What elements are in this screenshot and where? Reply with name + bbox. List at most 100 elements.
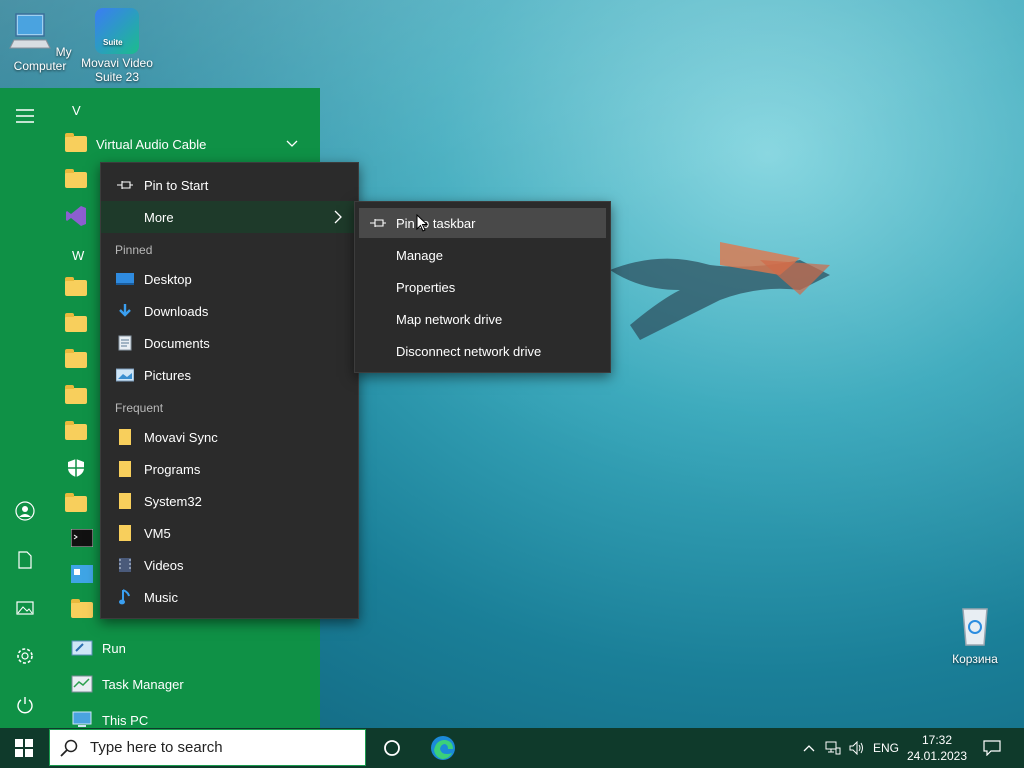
menu-item-label: Properties: [396, 279, 456, 295]
folder-icon: [64, 313, 88, 335]
edge-icon: [431, 736, 455, 760]
menu-item-properties[interactable]: Properties: [359, 272, 606, 302]
menu-item-label: System32: [144, 493, 202, 509]
taskbar: ENG 17:32 24.01.2023: [0, 728, 1024, 768]
folder-icon: [64, 169, 88, 191]
downloads-icon: [115, 302, 135, 320]
folder-icon: [115, 428, 135, 446]
menu-item-label: Music: [144, 589, 178, 605]
music-icon: [115, 588, 135, 606]
menu-item-label: More: [144, 209, 174, 225]
chevron-down-icon: [286, 140, 298, 147]
wallpaper-swimmer: [610, 242, 830, 340]
start-button[interactable]: [0, 728, 48, 768]
menu-item-label: Pin to Start: [144, 177, 209, 193]
desktop-icon: [115, 270, 135, 288]
pictures-icon[interactable]: [13, 596, 37, 620]
menu-item-videos[interactable]: Videos: [101, 549, 358, 581]
show-hidden-icons-button[interactable]: [798, 728, 820, 768]
documents-icon: [115, 334, 135, 352]
menu-item-disconnect-network-drive[interactable]: Disconnect network drive: [359, 336, 606, 366]
desktop-icon-my-computer[interactable]: My Computer: [0, 10, 80, 73]
control-panel-icon: [70, 563, 94, 585]
menu-item-music[interactable]: Music: [101, 581, 358, 613]
volume-button[interactable]: [846, 728, 868, 768]
menu-item-movavi-sync[interactable]: Movavi Sync: [101, 421, 358, 453]
power-icon[interactable]: [13, 693, 37, 717]
movavi-badge: Suite: [103, 38, 123, 47]
menu-item-label: Documents: [144, 335, 210, 351]
menu-item-pin-to-start[interactable]: Pin to Start: [101, 169, 358, 201]
pin-icon: [369, 217, 389, 229]
language-indicator[interactable]: ENG: [870, 728, 902, 768]
pictures-icon: [115, 366, 135, 384]
chevron-up-icon: [803, 745, 815, 752]
windows-logo-icon: [15, 739, 33, 757]
menu-item-programs[interactable]: Programs: [101, 453, 358, 485]
menu-item-label: Programs: [144, 461, 201, 477]
file-explorer-icon: [70, 599, 94, 621]
letter-header-v[interactable]: V: [72, 103, 81, 118]
recycle-bin-icon: [962, 608, 988, 646]
folder-icon: [64, 385, 88, 407]
menu-item-downloads[interactable]: Downloads: [101, 295, 358, 327]
settings-icon[interactable]: [13, 644, 37, 668]
folder-icon: [64, 493, 88, 515]
menu-item-label: Desktop: [144, 271, 192, 287]
menu-item-label: Pictures: [144, 367, 191, 383]
cortana-icon: [384, 740, 400, 756]
edge-button[interactable]: [419, 728, 467, 768]
computer-icon: [9, 13, 52, 49]
clock-date: 24.01.2023: [906, 749, 968, 763]
pin-icon: [115, 176, 135, 194]
action-center-button[interactable]: [970, 728, 1014, 768]
hamburger-icon[interactable]: [13, 104, 37, 128]
app-item-run[interactable]: Run: [70, 632, 310, 664]
menu-item-label: Pin to taskbar: [396, 215, 476, 231]
menu-item-manage[interactable]: Manage: [359, 240, 606, 270]
command-prompt-icon: [70, 527, 94, 549]
folder-icon: [64, 349, 88, 371]
menu-item-pin-to-taskbar[interactable]: Pin to taskbar: [359, 208, 606, 238]
taskbar-clock[interactable]: 17:32 24.01.2023: [904, 732, 970, 764]
menu-item-map-network-drive[interactable]: Map network drive: [359, 304, 606, 334]
desktop-icon-movavi[interactable]: Suite Movavi Video Suite 23: [77, 8, 157, 84]
speaker-icon: [849, 741, 863, 755]
folder-icon: [64, 421, 88, 443]
folder-icon: [115, 524, 135, 542]
search-icon: [50, 739, 88, 757]
menu-item-desktop[interactable]: Desktop: [101, 263, 358, 295]
shield-icon: [64, 457, 88, 479]
movavi-icon: Suite: [95, 8, 139, 54]
app-label: Task Manager: [102, 676, 184, 692]
folder-icon: [115, 492, 135, 510]
document-icon[interactable]: [13, 548, 37, 572]
folder-icon: [64, 133, 88, 155]
cortana-button[interactable]: [368, 728, 416, 768]
menu-item-pictures[interactable]: Pictures: [101, 359, 358, 391]
network-button[interactable]: [822, 728, 844, 768]
app-label: Virtual Audio Cable: [96, 136, 207, 152]
search-input[interactable]: [88, 738, 352, 757]
app-item-task-manager[interactable]: Task Manager: [70, 668, 310, 700]
folder-icon: [115, 460, 135, 478]
menu-item-label: Manage: [396, 247, 443, 263]
menu-item-system32[interactable]: System32: [101, 485, 358, 517]
menu-item-more[interactable]: More: [101, 201, 358, 233]
app-item-virtual-audio-cable[interactable]: Virtual Audio Cable: [64, 128, 310, 160]
more-submenu: Pin to taskbar Manage Properties Map net…: [354, 201, 611, 373]
menu-item-label: Videos: [144, 557, 184, 573]
user-icon[interactable]: [13, 499, 37, 523]
letter-header-w[interactable]: W: [72, 248, 84, 263]
task-manager-icon: [70, 673, 94, 695]
desktop-icon-recycle-bin[interactable]: Корзина: [935, 603, 1015, 666]
menu-item-label: Movavi Sync: [144, 429, 218, 445]
clock-time: 17:32: [921, 733, 953, 747]
taskbar-search-box[interactable]: [49, 729, 366, 766]
start-rail: [0, 88, 50, 728]
menu-item-label: Map network drive: [396, 311, 503, 327]
menu-item-documents[interactable]: Documents: [101, 327, 358, 359]
run-icon: [70, 637, 94, 659]
menu-item-vm5[interactable]: VM5: [101, 517, 358, 549]
mouse-cursor-icon: [416, 214, 428, 232]
